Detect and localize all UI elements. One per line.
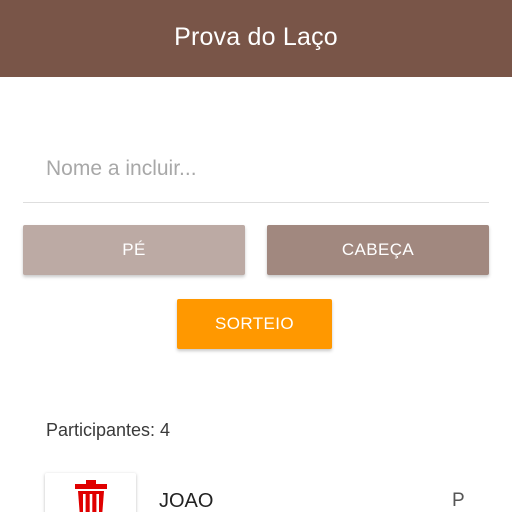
cabeca-button[interactable]: CABEÇA [267,225,489,275]
app-bar: Prova do Laço [0,0,512,77]
name-input[interactable] [23,136,489,203]
participants-count: Participantes: 4 [46,420,171,440]
pe-button[interactable]: PÉ [23,225,245,275]
participant-name: JOAO [159,490,214,512]
delete-button[interactable] [45,473,136,512]
list-item: JOAO P [0,470,512,512]
app-title: Prova do Laço [174,23,338,51]
participant-position: P [452,490,465,511]
app-screen: Prova do Laço PÉ CABEÇA SORTEIO Particip… [0,0,512,512]
sorteio-button[interactable]: SORTEIO [177,299,332,349]
trash-icon [74,480,107,512]
